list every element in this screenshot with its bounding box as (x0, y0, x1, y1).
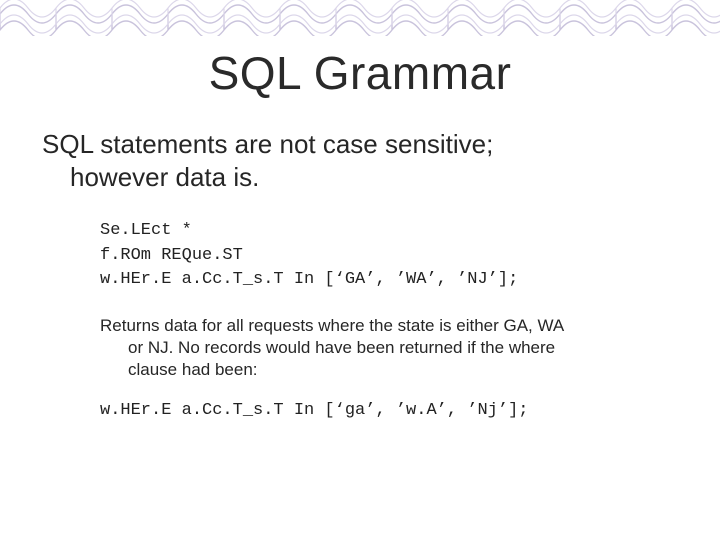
code-line: w.HEr.E a.Cc.T_s.T In [‘GA’, ’WA’, ’NJ’]… (100, 270, 518, 289)
code-line: w.HEr.E a.Cc.T_s.T In [‘ga’, ’w.A’, ’Nj’… (100, 401, 528, 420)
code-block-1: Se.LEct * f.ROm REQue.ST w.HEr.E a.Cc.T_… (100, 219, 684, 293)
slide: SQL Grammar SQL statements are not case … (0, 0, 720, 540)
slide-title: SQL Grammar (36, 46, 684, 100)
explain-line: or NJ. No records would have been return… (100, 337, 660, 359)
explain-paragraph: Returns data for all requests where the … (100, 315, 660, 381)
explain-line: clause had been: (100, 359, 660, 381)
lead-line-2: however data is. (42, 161, 678, 194)
code-block-2: w.HEr.E a.Cc.T_s.T In [‘ga’, ’w.A’, ’Nj’… (100, 399, 684, 424)
code-line: Se.LEct * (100, 221, 192, 240)
explain-line: Returns data for all requests where the … (100, 316, 564, 335)
code-line: f.ROm REQue.ST (100, 246, 243, 265)
lead-line-1: SQL statements are not case sensitive; (42, 129, 493, 159)
lead-paragraph: SQL statements are not case sensitive; h… (42, 128, 678, 193)
